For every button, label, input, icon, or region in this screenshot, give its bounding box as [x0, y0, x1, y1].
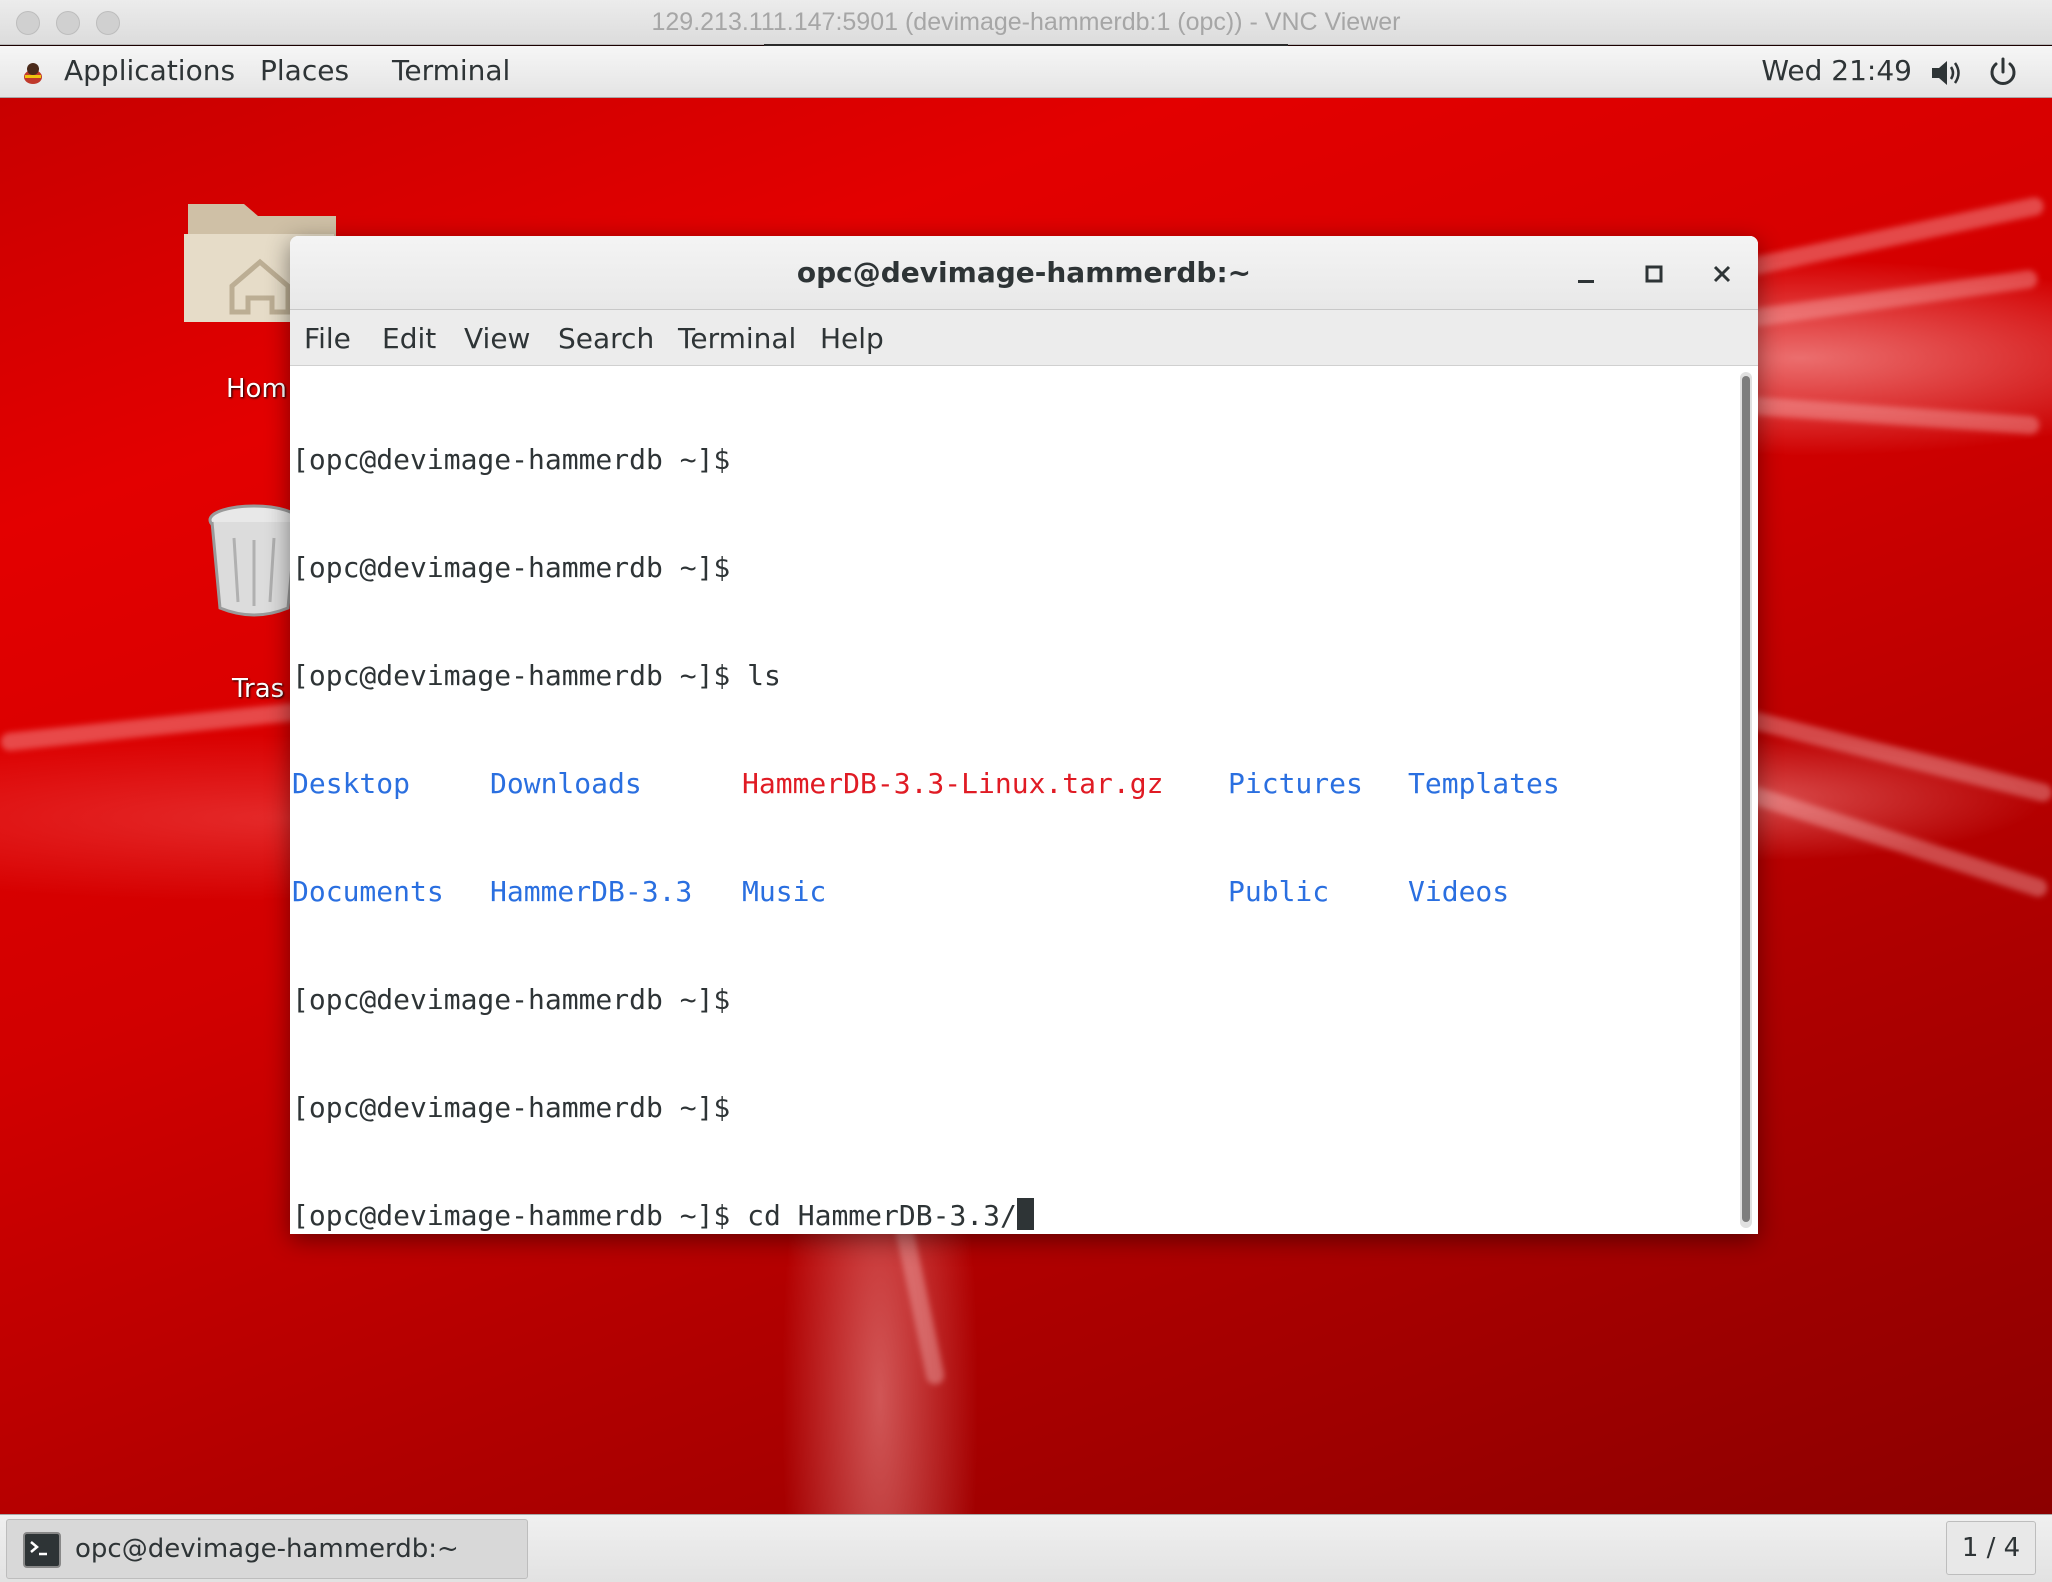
ls-output-row: Documents HammerDB-3.3 Music Public Vide…	[292, 874, 1734, 910]
terminal-line: [opc@devimage-hammerdb ~]$	[292, 983, 731, 1016]
ls-entry: Music	[742, 875, 827, 908]
volume-icon[interactable]	[1928, 56, 1962, 90]
ls-entry: Desktop	[292, 767, 411, 800]
minimize-icon[interactable]	[1566, 254, 1606, 294]
terminal-input-line[interactable]: [opc@devimage-hammerdb ~]$ cd HammerDB-3…	[292, 1198, 1734, 1234]
terminal-output[interactable]: [opc@devimage-hammerdb ~]$ [opc@devimage…	[290, 366, 1734, 1234]
applications-menu[interactable]: Applications	[64, 54, 235, 87]
power-icon[interactable]	[1986, 56, 2020, 90]
taskbar-window-label: opc@devimage-hammerdb:~	[75, 1534, 459, 1564]
workspace-switcher[interactable]: 1 / 4	[1946, 1521, 2036, 1575]
terminal-line: [opc@devimage-hammerdb ~]$	[292, 1091, 731, 1124]
terminal-icon	[23, 1532, 61, 1568]
menu-search[interactable]: Search	[558, 322, 654, 355]
menu-edit[interactable]: Edit	[382, 322, 436, 355]
ls-entry: Videos	[1408, 875, 1510, 908]
places-menu[interactable]: Places	[260, 54, 349, 87]
trash-icon[interactable]	[204, 502, 304, 622]
scrollbar-thumb[interactable]	[1742, 376, 1750, 1222]
terminal-menubar: File Edit View Search Terminal Help	[290, 310, 1758, 366]
taskbar-window-button[interactable]: opc@devimage-hammerdb:~	[6, 1519, 528, 1579]
home-icon-label[interactable]: Hom	[226, 374, 287, 404]
trash-icon-label[interactable]: Tras	[232, 674, 284, 704]
ls-entry: Templates	[1408, 767, 1560, 800]
wallpaper-streak	[0, 702, 301, 752]
vnc-window-titlebar: 129.213.111.147:5901 (devimage-hammerdb:…	[0, 0, 2052, 48]
menu-help[interactable]: Help	[820, 322, 884, 355]
terminal-window[interactable]: opc@devimage-hammerdb:~ File Edit View S…	[290, 236, 1758, 1234]
ls-entry: Pictures	[1228, 767, 1363, 800]
current-command: [opc@devimage-hammerdb ~]$ cd HammerDB-3…	[292, 1199, 1017, 1232]
app-menu-icon[interactable]	[18, 58, 48, 88]
terminal-titlebar[interactable]: opc@devimage-hammerdb:~	[290, 236, 1758, 310]
terminal-line: [opc@devimage-hammerdb ~]$ ls	[292, 659, 781, 692]
text-cursor	[1016, 1198, 1034, 1230]
ls-output-row: Desktop Downloads HammerDB-3.3-Linux.tar…	[292, 766, 1734, 802]
menu-view[interactable]: View	[464, 322, 530, 355]
ls-entry: Downloads	[490, 767, 642, 800]
terminal-line: [opc@devimage-hammerdb ~]$	[292, 443, 731, 476]
terminal-title: opc@devimage-hammerdb:~	[796, 256, 1252, 289]
ls-entry: HammerDB-3.3-Linux.tar.gz	[742, 767, 1164, 800]
terminal-line: [opc@devimage-hammerdb ~]$	[292, 551, 731, 584]
clock[interactable]: Wed 21:49	[1761, 54, 1912, 87]
menu-terminal[interactable]: Terminal	[678, 322, 796, 355]
terminal-scrollbar[interactable]	[1740, 372, 1752, 1228]
ls-entry: HammerDB-3.3	[490, 875, 693, 908]
vnc-window-title: 129.213.111.147:5901 (devimage-hammerdb:…	[651, 8, 1401, 36]
menu-file[interactable]: File	[304, 322, 351, 355]
maximize-icon[interactable]	[1634, 254, 1674, 294]
ls-entry: Public	[1228, 875, 1330, 908]
terminal-app-menu[interactable]: Terminal	[392, 54, 510, 87]
bottom-taskbar: opc@devimage-hammerdb:~ 1 / 4	[0, 1514, 2052, 1582]
ls-entry: Documents	[292, 875, 444, 908]
top-panel: Applications Places Terminal Wed 21:49	[0, 46, 2052, 98]
close-icon[interactable]	[1702, 254, 1742, 294]
